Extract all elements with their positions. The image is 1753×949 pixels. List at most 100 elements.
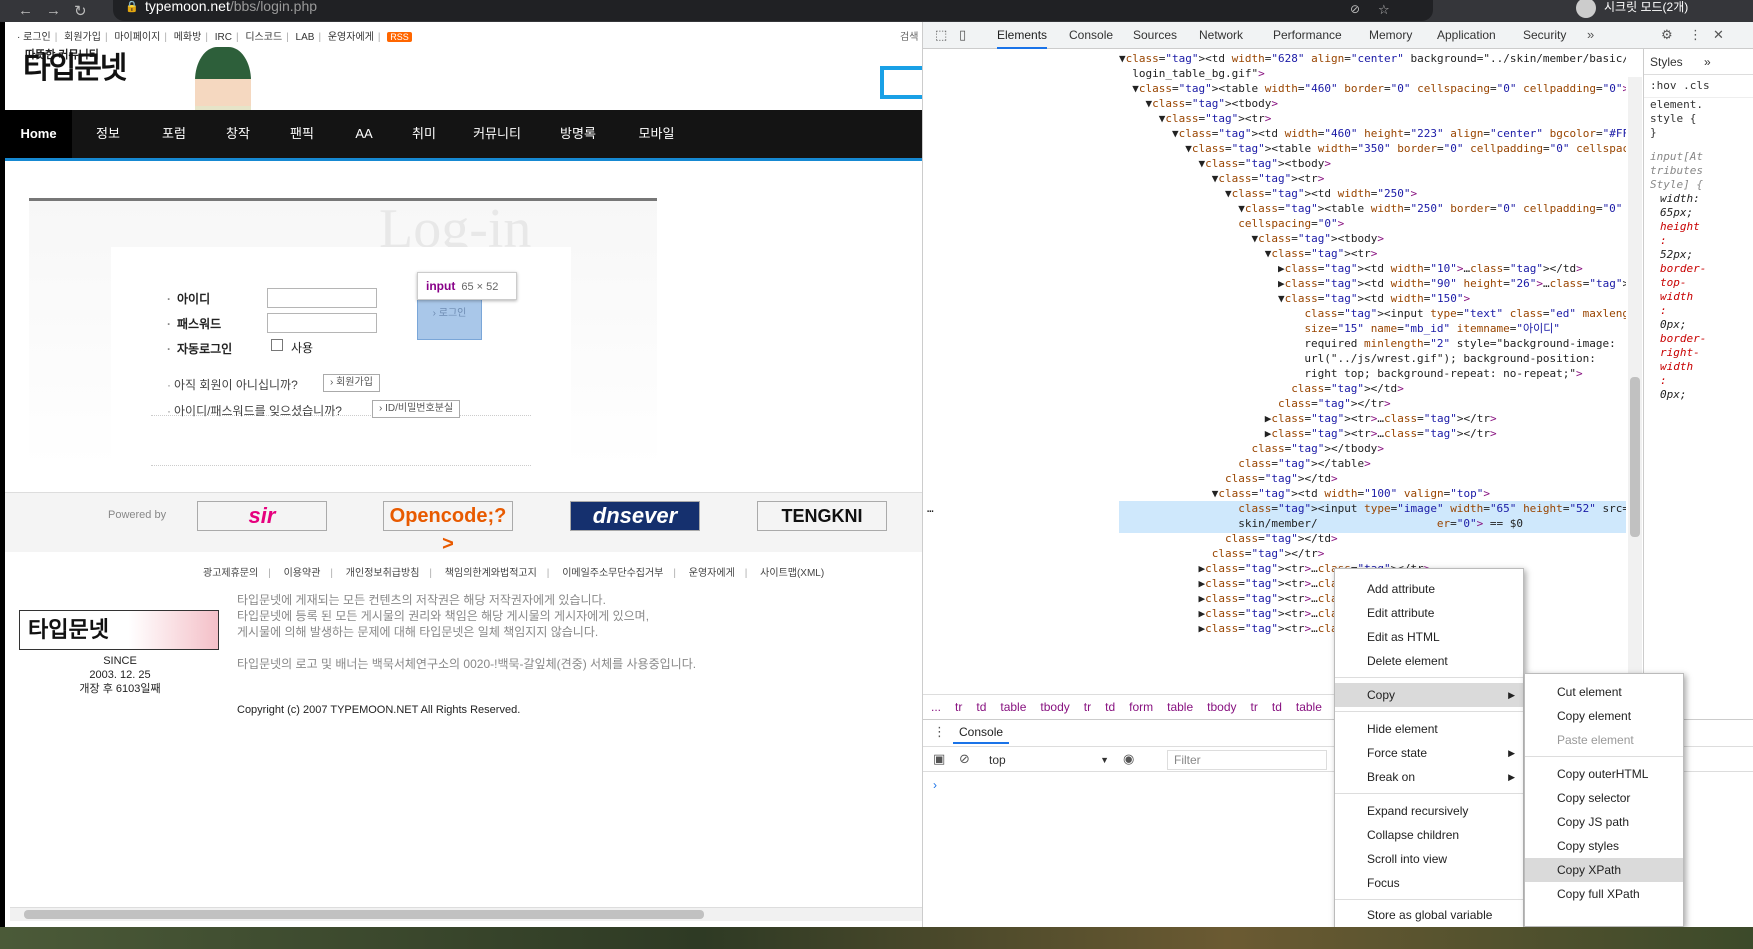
styles-tab[interactable]: Styles »: [1644, 49, 1753, 75]
tengkni-logo[interactable]: TENGKNI: [757, 501, 887, 531]
address-bar[interactable]: 🔒 typemoon.net/bbs/login.php: [113, 0, 1433, 21]
eye-off-icon[interactable]: ⊘: [1350, 2, 1360, 16]
footer-link-privacy[interactable]: 개인정보취급방침: [346, 568, 420, 579]
selected-node-dots[interactable]: …: [927, 501, 934, 518]
style-property[interactable]: :: [1644, 304, 1753, 318]
menu-expand-recursively[interactable]: Expand recursively: [1335, 799, 1523, 823]
drawer-menu-icon[interactable]: ⋮: [933, 724, 946, 740]
rss-badge[interactable]: RSS: [387, 32, 412, 42]
util-link-discord[interactable]: 디스코드: [245, 32, 282, 43]
device-toolbar-icon[interactable]: ▯: [959, 27, 966, 43]
nav-guestbook[interactable]: 방명록: [553, 110, 603, 158]
style-property[interactable]: top-: [1644, 276, 1753, 290]
style-property[interactable]: 65px;: [1644, 206, 1753, 220]
drawer-tab-console[interactable]: Console: [953, 720, 1010, 744]
kebab-menu-icon[interactable]: ⋮: [1689, 27, 1702, 43]
footer-link-disclaimer[interactable]: 책임의한계와법적고지: [445, 568, 537, 579]
tab-sources[interactable]: Sources: [1133, 22, 1177, 49]
sir-logo[interactable]: sir: [197, 501, 327, 531]
style-property[interactable]: width: [1644, 360, 1753, 374]
nav-forum[interactable]: 포럼: [149, 110, 199, 158]
id-input[interactable]: [267, 288, 377, 308]
tab-application[interactable]: Application: [1437, 22, 1496, 49]
more-tabs-icon[interactable]: »: [1587, 27, 1594, 42]
lost-id-button[interactable]: › ID/비밀번호분실: [372, 400, 461, 418]
menu-edit-attribute[interactable]: Edit attribute: [1335, 601, 1523, 625]
dnsever-logo[interactable]: dnsever: [570, 501, 700, 531]
inspect-icon[interactable]: ⬚: [935, 27, 947, 43]
clear-console-icon[interactable]: ⊘: [959, 751, 970, 767]
footer-link-ads[interactable]: 광고제휴문의: [203, 568, 258, 579]
util-link-mypage[interactable]: 마이페이지: [114, 32, 160, 43]
tab-performance[interactable]: Performance: [1273, 22, 1342, 49]
menu-force-state[interactable]: Force state ▶: [1335, 741, 1523, 765]
style-property[interactable]: 0px;: [1644, 388, 1753, 402]
style-property[interactable]: border-: [1644, 332, 1753, 346]
menu-delete-element[interactable]: Delete element: [1335, 649, 1523, 673]
join-button[interactable]: › 회원가입: [323, 374, 380, 392]
menu-cut-element[interactable]: Cut element: [1525, 680, 1683, 704]
tab-network[interactable]: Network: [1199, 22, 1243, 49]
auto-login-checkbox[interactable]: [271, 339, 283, 351]
forward-icon[interactable]: →: [46, 2, 61, 19]
menu-copy-full-xpath[interactable]: Copy full XPath: [1525, 882, 1683, 906]
console-prompt-icon[interactable]: ›: [933, 778, 937, 792]
nav-home[interactable]: Home: [5, 110, 72, 158]
styles-filter[interactable]: :hov .cls: [1644, 75, 1753, 98]
nav-community[interactable]: 커뮤니티: [467, 110, 527, 158]
menu-store-global[interactable]: Store as global variable: [1335, 903, 1523, 927]
site-logo[interactable]: 타입문넷: [23, 54, 127, 84]
nav-aa[interactable]: AA: [339, 110, 389, 158]
util-link-irc[interactable]: IRC: [215, 32, 232, 43]
menu-copy-element[interactable]: Copy element: [1525, 704, 1683, 728]
back-icon[interactable]: ←: [18, 2, 33, 19]
star-icon[interactable]: ☆: [1378, 2, 1390, 18]
menu-break-on[interactable]: Break on ▶: [1335, 765, 1523, 789]
menu-copy-selector[interactable]: Copy selector: [1525, 786, 1683, 810]
menu-add-attribute[interactable]: Add attribute: [1335, 577, 1523, 601]
password-input[interactable]: [267, 313, 377, 333]
menu-edit-as-html[interactable]: Edit as HTML: [1335, 625, 1523, 649]
menu-scroll-into-view[interactable]: Scroll into view: [1335, 847, 1523, 871]
style-property[interactable]: width: [1644, 290, 1753, 304]
menu-copy-xpath[interactable]: Copy XPath: [1525, 858, 1683, 882]
opencode-logo[interactable]: Opencode;?>: [383, 501, 513, 555]
nav-hobby[interactable]: 취미: [399, 110, 449, 158]
menu-focus[interactable]: Focus: [1335, 871, 1523, 895]
menu-hide-element[interactable]: Hide element: [1335, 717, 1523, 741]
console-filter-input[interactable]: Filter: [1167, 750, 1327, 770]
gear-icon[interactable]: ⚙: [1661, 27, 1673, 43]
menu-collapse-children[interactable]: Collapse children: [1335, 823, 1523, 847]
footer-link-terms[interactable]: 이용약관: [284, 568, 321, 579]
style-property[interactable]: 52px;: [1644, 248, 1753, 262]
sidebar-toggle-icon[interactable]: ▣: [933, 751, 945, 767]
reload-icon[interactable]: ↻: [74, 2, 87, 20]
util-link-chat[interactable]: 메화방: [174, 32, 202, 43]
incognito-profile[interactable]: 시크릿 모드(2개): [1576, 0, 1688, 20]
nav-creation[interactable]: 창작: [213, 110, 263, 158]
tab-console[interactable]: Console: [1069, 22, 1113, 49]
style-property[interactable]: :: [1644, 234, 1753, 248]
style-property[interactable]: right-: [1644, 346, 1753, 360]
menu-copy-styles[interactable]: Copy styles: [1525, 834, 1683, 858]
elements-scrollbar[interactable]: [1628, 77, 1642, 717]
page-horizontal-scrollbar[interactable]: [10, 907, 922, 921]
scroll-thumb[interactable]: [24, 910, 704, 919]
nav-mobile[interactable]: 모바일: [629, 110, 684, 158]
menu-copy[interactable]: Copy ▶: [1335, 683, 1523, 707]
style-property[interactable]: :: [1644, 374, 1753, 388]
eye-icon[interactable]: ◉: [1123, 751, 1134, 767]
close-icon[interactable]: ✕: [1713, 27, 1724, 43]
nav-info[interactable]: 정보: [83, 110, 133, 158]
util-link-lab[interactable]: LAB: [296, 32, 315, 43]
menu-copy-js-path[interactable]: Copy JS path: [1525, 810, 1683, 834]
footer-link-sitemap[interactable]: 사이트맵(XML): [760, 568, 824, 579]
footer-link-email[interactable]: 이메일주소무단수집거부: [562, 568, 663, 579]
tab-security[interactable]: Security: [1523, 22, 1566, 49]
style-property[interactable]: 0px;: [1644, 318, 1753, 332]
scroll-thumb[interactable]: [1630, 377, 1640, 537]
tab-memory[interactable]: Memory: [1369, 22, 1412, 49]
util-link-contact[interactable]: 운영자에게: [328, 32, 374, 43]
style-property[interactable]: width:: [1644, 192, 1753, 206]
style-property[interactable]: height: [1644, 220, 1753, 234]
